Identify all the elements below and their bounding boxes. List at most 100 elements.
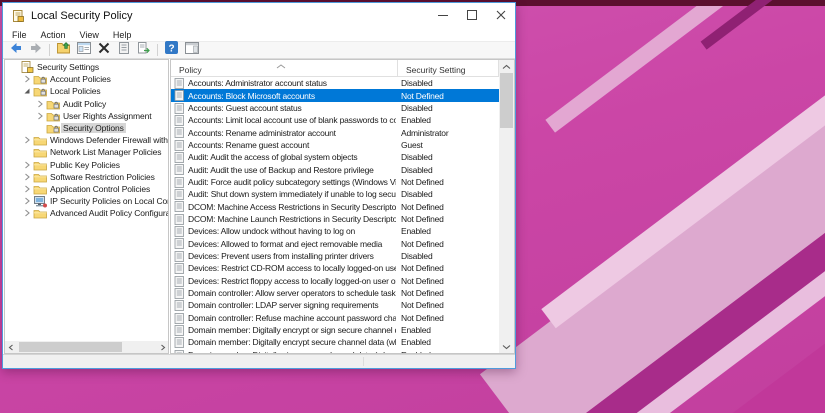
policy-row[interactable]: Devices: Restrict floppy access to local… [171, 275, 499, 287]
properties-button[interactable] [114, 43, 133, 58]
maximize-button[interactable] [457, 3, 486, 28]
chevron-right-icon[interactable] [22, 75, 32, 83]
policy-row[interactable]: Devices: Allow undock without having to … [171, 225, 499, 237]
scrollbar-track[interactable] [17, 341, 156, 353]
tree-item-advanced-audit-policy-configuration[interactable]: Advanced Audit Policy Configuration [5, 207, 168, 219]
tree-item-audit-policy[interactable]: Audit Policy [5, 98, 168, 110]
policy-row[interactable]: Accounts: Block Microsoft accountsNot De… [171, 89, 499, 101]
folder-icon [32, 207, 48, 219]
window-title: Local Security Policy [31, 10, 133, 22]
close-button[interactable] [486, 3, 515, 28]
svg-text:?: ? [168, 44, 174, 55]
policy-row[interactable]: DCOM: Machine Access Restrictions in Sec… [171, 200, 499, 212]
policy-row[interactable]: Accounts: Limit local account use of bla… [171, 114, 499, 126]
policy-row[interactable]: Audit: Audit the use of Backup and Resto… [171, 163, 499, 175]
policy-name: Audit: Audit the use of Backup and Resto… [188, 163, 396, 175]
policy-name: Devices: Allowed to format and eject rem… [188, 237, 396, 249]
policy-row[interactable]: Domain controller: Allow server operator… [171, 287, 499, 299]
up-one-level-button[interactable] [54, 43, 73, 58]
tree-horizontal-scrollbar[interactable] [5, 341, 168, 353]
policy-row[interactable]: DCOM: Machine Launch Restrictions in Sec… [171, 213, 499, 225]
policy-name: Audit: Audit the access of global system… [188, 151, 396, 163]
policy-row[interactable]: Audit: Audit the access of global system… [171, 151, 499, 163]
back-button[interactable] [6, 43, 25, 58]
help-button[interactable]: ? [162, 43, 181, 58]
policy-setting: Disabled [401, 77, 499, 89]
forward-button[interactable] [26, 43, 45, 58]
policy-row[interactable]: Domain controller: LDAP server signing r… [171, 299, 499, 311]
policy-row[interactable]: Accounts: Guest account statusDisabled [171, 102, 499, 114]
policy-row[interactable]: Audit: Shut down system immediately if u… [171, 188, 499, 200]
policy-row[interactable]: Accounts: Administrator account statusDi… [171, 77, 499, 89]
policy-row[interactable]: Domain member: Digitally encrypt or sign… [171, 324, 499, 336]
policy-row[interactable]: Audit: Force audit policy subcategory se… [171, 176, 499, 188]
tree-item-label: IP Security Policies on Local Compute [48, 196, 168, 206]
tree-item-application-control-policies[interactable]: Application Control Policies [5, 183, 168, 195]
title-bar[interactable]: Local Security Policy [3, 3, 515, 28]
policy-row[interactable]: Accounts: Rename administrator accountAd… [171, 126, 499, 138]
delete-button[interactable] [94, 43, 113, 58]
minimize-button[interactable] [428, 3, 457, 28]
scroll-right-icon[interactable] [156, 341, 168, 353]
show-action-pane-button[interactable] [182, 43, 201, 58]
list-vertical-scrollbar[interactable] [499, 60, 514, 353]
tree-item-security-settings[interactable]: Security Settings [5, 61, 168, 73]
chevron-right-icon[interactable] [35, 100, 45, 108]
scroll-left-icon[interactable] [5, 341, 17, 353]
export-list-button[interactable] [134, 43, 153, 58]
show-console-tree-button[interactable] [74, 43, 93, 58]
policy-list-pane: Policy Security Setting Accounts: Admini… [170, 59, 515, 354]
policy-setting: Disabled [401, 163, 499, 175]
chevron-right-icon[interactable] [22, 185, 32, 193]
policy-list-rows: Accounts: Administrator account statusDi… [171, 77, 499, 353]
chevron-right-icon[interactable] [22, 209, 32, 217]
tree-item-software-restriction-policies[interactable]: Software Restriction Policies [5, 171, 168, 183]
policy-setting: Not Defined [401, 262, 499, 274]
policy-name: DCOM: Machine Launch Restrictions in Sec… [188, 213, 396, 225]
chevron-expanded-icon[interactable] [22, 87, 32, 95]
ipsec-icon [32, 195, 48, 208]
folder-lock-icon [45, 122, 61, 134]
tree-item-public-key-policies[interactable]: Public Key Policies [5, 159, 168, 171]
policy-row[interactable]: Domain member: Digitally encrypt secure … [171, 336, 499, 348]
policy-name: Accounts: Block Microsoft accounts [188, 89, 396, 101]
tree-item-windows-defender-firewall-with-adva[interactable]: Windows Defender Firewall with Adva [5, 134, 168, 146]
policy-row[interactable]: Domain controller: Refuse machine accoun… [171, 312, 499, 324]
policy-row[interactable]: Devices: Restrict CD-ROM access to local… [171, 262, 499, 274]
tree-item-account-policies[interactable]: Account Policies [5, 73, 168, 85]
scroll-down-icon[interactable] [499, 340, 514, 353]
column-header-policy[interactable]: Policy [171, 60, 398, 77]
up-folder-icon [56, 40, 72, 61]
chevron-right-icon[interactable] [22, 136, 32, 144]
scrollbar-thumb[interactable] [500, 73, 513, 128]
tree-item-label: User Rights Assignment [61, 111, 154, 121]
chevron-right-icon[interactable] [35, 112, 45, 120]
tree-item-ip-security-policies-on-local-compute[interactable]: IP Security Policies on Local Compute [5, 195, 168, 207]
chevron-right-icon[interactable] [22, 197, 32, 205]
scrollbar-thumb[interactable] [19, 342, 122, 352]
scroll-up-icon[interactable] [499, 60, 514, 73]
policy-setting: Guest [401, 139, 499, 151]
wallpaper-beam [480, 0, 825, 413]
policy-name: Audit: Force audit policy subcategory se… [188, 176, 396, 188]
tree-item-user-rights-assignment[interactable]: User Rights Assignment [5, 110, 168, 122]
policy-setting: Enabled [401, 324, 499, 336]
tree-item-network-list-manager-policies[interactable]: Network List Manager Policies [5, 146, 168, 158]
help-icon: ? [164, 40, 179, 60]
folder-icon [32, 183, 48, 195]
policy-row[interactable]: Devices: Allowed to format and eject rem… [171, 237, 499, 249]
tree-item-local-policies[interactable]: Local Policies [5, 85, 168, 97]
toolbar-separator [49, 44, 50, 56]
minimize-icon [438, 7, 448, 25]
policy-name: Domain member: Digitally encrypt or sign… [188, 324, 396, 336]
column-header-security-setting[interactable]: Security Setting [398, 60, 499, 77]
chevron-right-icon[interactable] [22, 161, 32, 169]
policy-row[interactable]: Domain member: Digitally sign secure cha… [171, 349, 499, 353]
tree-item-label: Security Options [61, 123, 126, 133]
tree-item-security-options[interactable]: Security Options [5, 122, 168, 134]
chevron-right-icon[interactable] [22, 173, 32, 181]
action-pane-icon [184, 40, 200, 61]
policy-setting: Not Defined [401, 275, 499, 287]
policy-row[interactable]: Devices: Prevent users from installing p… [171, 250, 499, 262]
policy-row[interactable]: Accounts: Rename guest accountGuest [171, 139, 499, 151]
